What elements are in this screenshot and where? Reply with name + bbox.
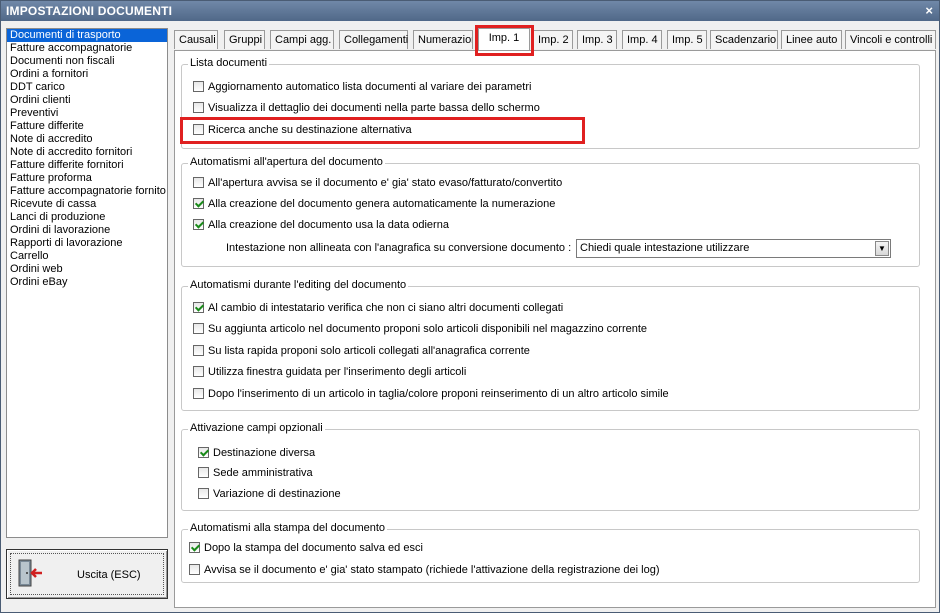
option-label: Su lista rapida proponi solo articoli co… (208, 345, 530, 357)
tab-strip: Causali Gruppi Campi agg. Collegamenti N… (174, 28, 936, 50)
checkbox[interactable] (193, 124, 204, 135)
tab-imp-5[interactable]: Imp. 5 (667, 30, 707, 49)
option-label: Ricerca anche su destinazione alternativ… (208, 124, 412, 136)
option-label: Alla creazione del documento usa la data… (208, 219, 449, 231)
list-item[interactable]: Ordini a fornitori (7, 68, 167, 81)
list-item[interactable]: Documenti di trasporto (7, 29, 167, 42)
document-type-list[interactable]: Documenti di trasporto Fatture accompagn… (6, 28, 168, 538)
option-label: Utilizza finestra guidata per l'inserime… (208, 366, 467, 378)
checkbox[interactable] (189, 542, 200, 553)
group-title: Attivazione campi opzionali (188, 422, 325, 434)
exit-door-icon (18, 559, 42, 587)
tab-numerazione[interactable]: Numerazione (413, 30, 473, 49)
group-title: Automatismi alla stampa del documento (188, 522, 388, 534)
list-item[interactable]: Preventivi (7, 107, 167, 120)
option-label: Al cambio di intestatario verifica che n… (208, 302, 564, 314)
settings-window: IMPOSTAZIONI DOCUMENTI × Documenti di tr… (0, 0, 940, 613)
window-title: IMPOSTAZIONI DOCUMENTI (6, 4, 173, 18)
option-label: Dopo l'inserimento di un articolo in tag… (208, 388, 669, 400)
list-item[interactable]: Fatture accompagnatorie (7, 42, 167, 55)
checkbox[interactable] (193, 388, 204, 399)
checkbox[interactable] (193, 345, 204, 356)
list-item[interactable]: Note di accredito fornitori (7, 146, 167, 159)
option-label: Su aggiunta articolo nel documento propo… (208, 323, 648, 335)
option-label: Visualizza il dettaglio dei documenti ne… (208, 102, 540, 114)
option-label: Sede amministrativa (213, 467, 313, 479)
list-item[interactable]: Ordini clienti (7, 94, 167, 107)
checkbox[interactable] (198, 488, 209, 499)
checkbox[interactable] (193, 366, 204, 377)
list-item[interactable]: Carrello (7, 250, 167, 263)
checkbox[interactable] (189, 564, 200, 575)
checkbox[interactable] (198, 447, 209, 458)
option-label: Alla creazione del documento genera auto… (208, 198, 556, 210)
exit-button-label: Uscita (ESC) (77, 569, 141, 581)
intestazione-label: Intestazione non allineata con l'anagraf… (226, 242, 572, 254)
select-value: Chiedi quale intestazione utilizzare (580, 242, 750, 254)
tab-imp-3[interactable]: Imp. 3 (577, 30, 617, 49)
list-item[interactable]: Fatture accompagnatorie fornito (7, 185, 167, 198)
option-label: Variazione di destinazione (213, 488, 341, 500)
option-label: Avvisa se il documento e' gia' stato sta… (204, 564, 660, 576)
exit-button[interactable]: Uscita (ESC) (6, 549, 168, 599)
tab-linee-auto[interactable]: Linee auto (781, 30, 842, 49)
tab-campi-agg[interactable]: Campi agg. (270, 30, 334, 49)
list-item[interactable]: DDT carico (7, 81, 167, 94)
list-item[interactable]: Note di accredito (7, 133, 167, 146)
list-item[interactable]: Rapporti di lavorazione (7, 237, 167, 250)
checkbox[interactable] (193, 219, 204, 230)
option-label: Dopo la stampa del documento salva ed es… (204, 542, 423, 554)
intestazione-select[interactable]: Chiedi quale intestazione utilizzare ▼ (576, 239, 891, 258)
group-title: Automatismi all'apertura del documento (188, 156, 385, 168)
checkbox[interactable] (193, 81, 204, 92)
option-label: Aggiornamento automatico lista documenti… (208, 81, 532, 93)
list-item[interactable]: Fatture differite fornitori (7, 159, 167, 172)
tab-scadenzario[interactable]: Scadenzario (710, 30, 778, 49)
checkbox[interactable] (193, 102, 204, 113)
tab-imp-2[interactable]: Imp. 2 (533, 30, 573, 49)
checkbox[interactable] (193, 323, 204, 334)
close-icon[interactable]: × (925, 3, 933, 18)
tab-vincoli-e-controlli[interactable]: Vincoli e controlli (845, 30, 936, 49)
list-item[interactable]: Lanci di produzione (7, 211, 167, 224)
tab-imp-1[interactable]: Imp. 1 (478, 28, 530, 50)
list-item[interactable]: Fatture differite (7, 120, 167, 133)
option-label: Destinazione diversa (213, 447, 316, 459)
list-item[interactable]: Ordini eBay (7, 276, 167, 289)
group-title: Lista documenti (188, 57, 270, 69)
list-item[interactable]: Ordini di lavorazione (7, 224, 167, 237)
tab-imp-4[interactable]: Imp. 4 (622, 30, 662, 49)
checkbox[interactable] (193, 177, 204, 188)
option-label: All'apertura avvisa se il documento e' g… (208, 177, 563, 189)
title-bar: IMPOSTAZIONI DOCUMENTI × (1, 1, 939, 21)
chevron-down-icon[interactable]: ▼ (875, 241, 889, 256)
checkbox[interactable] (198, 467, 209, 478)
tab-collegamenti[interactable]: Collegamenti (339, 30, 408, 49)
tab-gruppi[interactable]: Gruppi (224, 30, 265, 49)
tab-causali[interactable]: Causali (174, 30, 218, 49)
list-item[interactable]: Fatture proforma (7, 172, 167, 185)
group-title: Automatismi durante l'editing del docume… (188, 279, 409, 291)
list-item[interactable]: Ordini web (7, 263, 167, 276)
checkbox[interactable] (193, 302, 204, 313)
list-item[interactable]: Documenti non fiscali (7, 55, 167, 68)
list-item[interactable]: Ricevute di cassa (7, 198, 167, 211)
checkbox[interactable] (193, 198, 204, 209)
